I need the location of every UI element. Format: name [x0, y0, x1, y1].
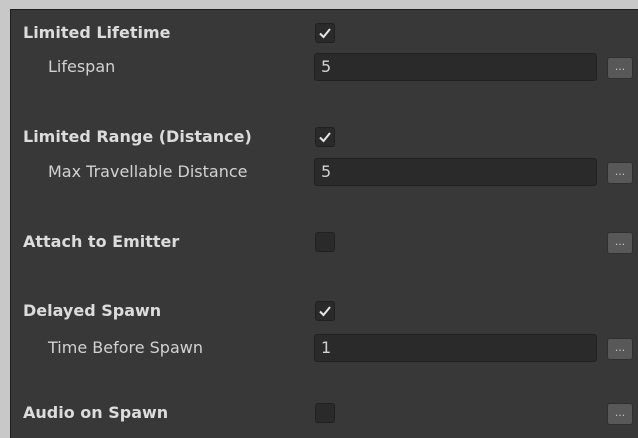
limited-lifetime-row: Limited Lifetime — [11, 16, 638, 50]
delayed-spawn-checkbox[interactable] — [315, 301, 335, 321]
checkmark-icon — [319, 28, 331, 39]
limited-lifetime-checkbox[interactable] — [315, 23, 335, 43]
audio-spawn-row: Audio on Spawn ... — [11, 396, 638, 430]
delayed-spawn-row: Delayed Spawn — [11, 294, 638, 328]
attach-emitter-more-button[interactable]: ... — [607, 232, 633, 254]
attach-emitter-checkbox[interactable] — [315, 232, 335, 252]
max-distance-field[interactable]: 5 — [314, 158, 597, 186]
audio-spawn-label: Audio on Spawn — [23, 403, 169, 422]
max-distance-label: Max Travellable Distance — [48, 162, 248, 181]
lifespan-row: Lifespan 5 ... — [11, 50, 638, 84]
audio-spawn-checkbox[interactable] — [315, 403, 335, 423]
lifespan-more-button[interactable]: ... — [607, 57, 633, 79]
delayed-spawn-label: Delayed Spawn — [23, 301, 162, 320]
max-distance-row: Max Travellable Distance 5 ... — [11, 155, 638, 189]
time-before-spawn-label: Time Before Spawn — [48, 338, 203, 357]
inspector-panel: Limited Lifetime Lifespan 5 ... Limited … — [10, 9, 638, 438]
checkmark-icon — [319, 132, 331, 143]
time-before-spawn-more-button[interactable]: ... — [607, 338, 633, 360]
attach-emitter-row: Attach to Emitter ... — [11, 225, 638, 259]
time-before-spawn-row: Time Before Spawn 1 ... — [11, 331, 638, 365]
lifespan-label: Lifespan — [48, 57, 116, 76]
lifespan-field[interactable]: 5 — [314, 53, 597, 81]
audio-spawn-more-button[interactable]: ... — [607, 403, 633, 425]
limited-range-row: Limited Range (Distance) — [11, 120, 638, 154]
limited-range-label: Limited Range (Distance) — [23, 127, 252, 146]
checkmark-icon — [319, 306, 331, 317]
max-distance-more-button[interactable]: ... — [607, 162, 633, 184]
attach-emitter-label: Attach to Emitter — [23, 232, 180, 251]
limited-range-checkbox[interactable] — [315, 127, 335, 147]
limited-lifetime-label: Limited Lifetime — [23, 23, 171, 42]
time-before-spawn-field[interactable]: 1 — [314, 334, 597, 362]
